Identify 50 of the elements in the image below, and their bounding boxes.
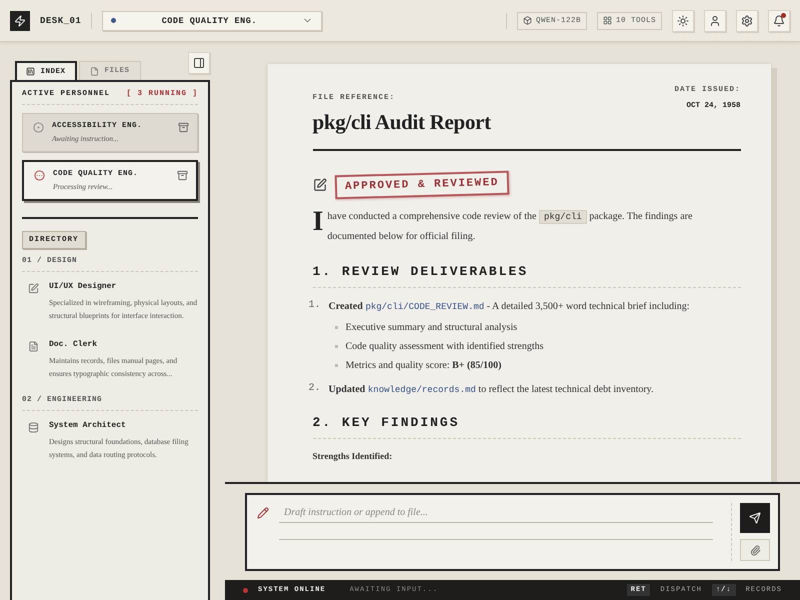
approval-stamp: APPROVED & REVIEWED xyxy=(334,170,509,200)
instruction-input[interactable]: Draft instruction or append to file... xyxy=(279,503,713,523)
notifications-button[interactable] xyxy=(768,10,790,32)
send-icon xyxy=(749,512,761,524)
pencil-icon xyxy=(257,507,269,519)
bell-icon xyxy=(773,14,785,26)
list-number: 2. xyxy=(308,383,321,396)
database-icon xyxy=(28,422,39,433)
section-heading: 2. KEY FINDINGS xyxy=(312,415,740,439)
paperclip-icon xyxy=(750,544,760,556)
settings-button[interactable] xyxy=(736,10,758,32)
inline-code: pkg/cli xyxy=(538,210,587,224)
list-item-text: Updated knowledge/records.md to reflect the latest technical debt inventory. xyxy=(328,383,654,397)
settings-icon xyxy=(741,14,753,26)
file-icon xyxy=(90,66,100,76)
file-link[interactable]: knowledge/records.md xyxy=(368,385,476,395)
bullet-icon xyxy=(334,345,338,348)
section-heading: 1. REVIEW DELIVERABLES xyxy=(312,264,740,288)
user-icon xyxy=(709,14,721,26)
edit-icon xyxy=(312,178,326,192)
directory-entry-name[interactable]: Doc. Clerk xyxy=(49,340,198,349)
list-item-text: Created pkg/cli/CODE_REVIEW.md - A detailed 3,500+ word technical brief including: xyxy=(328,300,690,314)
workspace-name: DESK_01 xyxy=(40,16,82,26)
panel-toggle-button[interactable] xyxy=(188,52,210,74)
profile-button[interactable] xyxy=(704,10,726,32)
logo-icon xyxy=(10,10,30,30)
pencil-icon xyxy=(28,283,39,294)
bullet-text: Code quality assessment with identified strengths xyxy=(346,341,544,352)
panel-icon xyxy=(193,57,205,69)
document-title: pkg/cli Audit Report xyxy=(312,110,491,135)
document-icon xyxy=(28,341,39,352)
directory-entry-name[interactable]: UI/UX Designer xyxy=(49,282,198,291)
directory-entry-name[interactable]: System Architect xyxy=(49,421,198,430)
archive-icon[interactable] xyxy=(178,122,189,133)
theme-button[interactable] xyxy=(672,10,694,32)
archive-icon[interactable] xyxy=(177,170,188,181)
file-link[interactable]: pkg/cli/CODE_REVIEW.md xyxy=(365,302,484,312)
agent-select[interactable]: CODE QUALITY ENG. xyxy=(102,10,322,30)
bullet-icon xyxy=(334,364,338,367)
books-icon xyxy=(26,67,36,76)
list-number: 1. xyxy=(308,300,321,313)
grid-icon xyxy=(602,16,612,25)
bullet-text: Metrics and quality score: B+ (85/100) xyxy=(346,360,502,371)
bullet-text: Executive summary and structural analysis xyxy=(346,322,518,333)
subheading: Strengths Identified: xyxy=(312,451,394,461)
attach-button[interactable] xyxy=(740,539,770,561)
box-icon xyxy=(522,16,532,25)
sun-icon xyxy=(677,14,689,26)
bullet-icon xyxy=(334,326,338,329)
send-button[interactable] xyxy=(740,503,770,533)
